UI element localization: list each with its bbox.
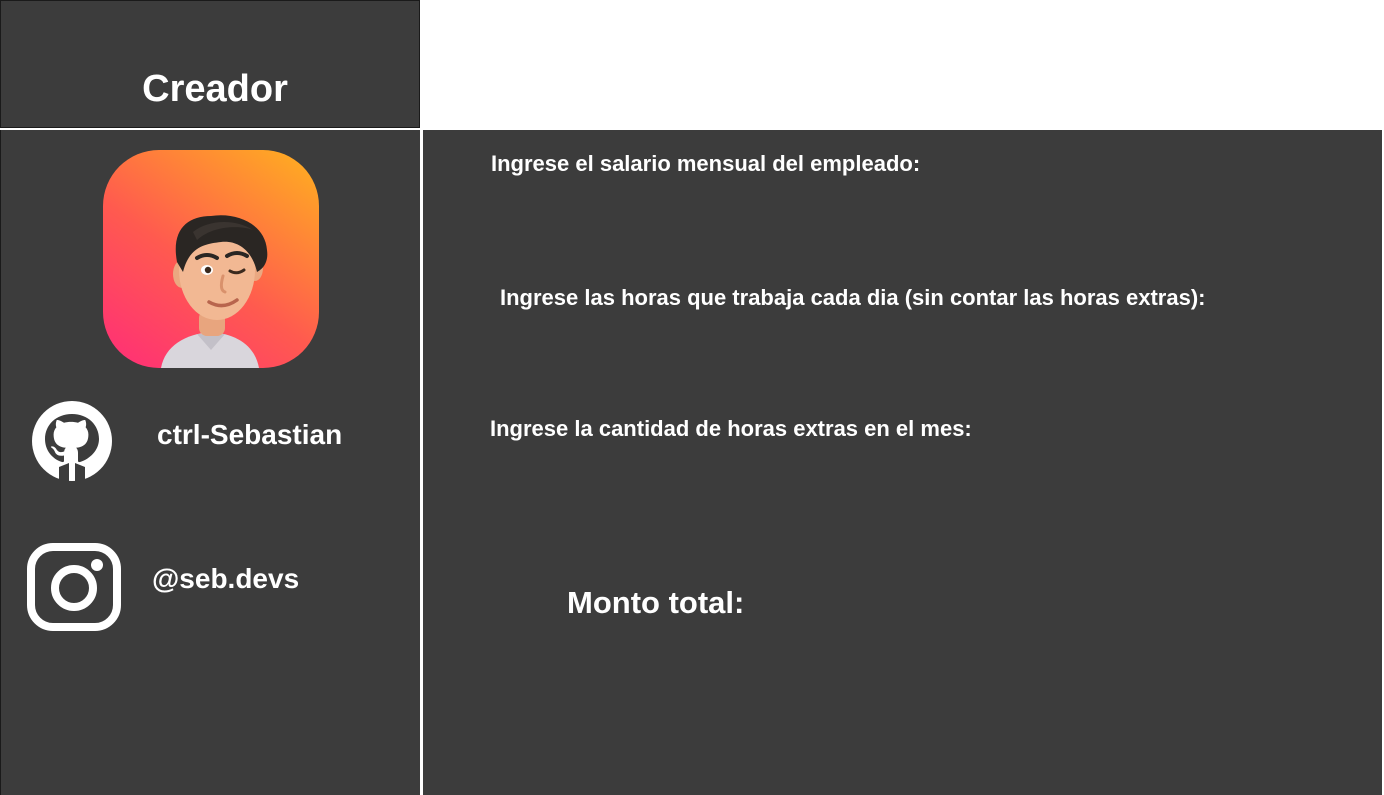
avatar: [103, 150, 319, 368]
github-username[interactable]: ctrl-Sebastian: [157, 418, 342, 452]
hours-label: Ingrese las horas que trabaja cada dia (…: [500, 285, 1206, 310]
salary-label: Ingrese el salario mensual del empleado:: [491, 151, 921, 176]
page: Creador ctrl-Sebastian @seb.devs Ingrese…: [0, 0, 1384, 795]
calculator-panel: [423, 130, 1382, 795]
memoji-avatar-icon: [161, 215, 268, 368]
instagram-icon[interactable]: [27, 543, 121, 636]
total-label: Monto total:: [567, 585, 745, 620]
github-icon[interactable]: [29, 401, 115, 486]
sidebar-title: Creador: [142, 68, 288, 110]
extra-hours-label: Ingrese la cantidad de horas extras en e…: [490, 416, 972, 441]
instagram-handle[interactable]: @seb.devs: [152, 562, 299, 596]
